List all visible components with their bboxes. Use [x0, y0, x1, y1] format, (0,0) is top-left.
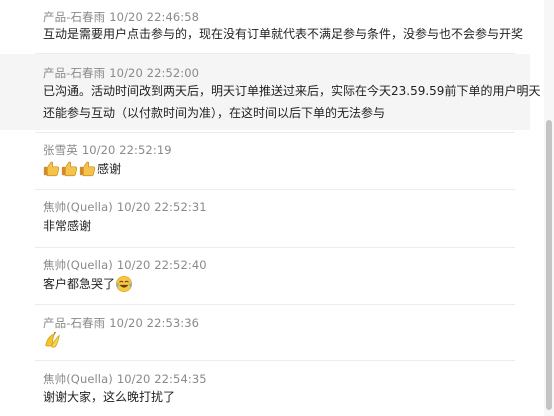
message-header: 焦帅(Quella) 10/20 22:52:40 [43, 257, 207, 273]
sender-name[interactable]: 焦帅(Quella) [43, 200, 113, 214]
chat-message: 产品-石春雨 10/20 22:53:36 [0, 305, 530, 359]
message-text: 感谢 [43, 158, 520, 180]
message-text: 已沟通。活动时间改到两天后，明天订单推送过来后，实际在今天23.59.59前下单… [43, 80, 541, 124]
chat-message: 产品-石春雨 10/20 22:46:58 互动是需要用户点击参与的，现在没有订单… [0, 0, 530, 52]
message-time: 10/20 22:53:36 [109, 316, 200, 330]
message-time: 10/20 22:52:00 [109, 66, 200, 80]
scrollbar-thumb[interactable] [546, 120, 552, 410]
banana-icon [45, 331, 60, 348]
thumbs-up-icon [43, 161, 60, 177]
thumbs-up-icon [61, 161, 78, 177]
message-line: 客户都急哭了 [43, 277, 116, 291]
sender-name[interactable]: 产品-石春雨 [43, 66, 105, 80]
message-header: 焦帅(Quella) 10/20 22:54:35 [43, 371, 207, 387]
message-line: 已沟通。活动时间改到两天后，明天订单推送过来后，实际在今天23.59.59前下单… [43, 84, 541, 98]
message-header: 产品-石春雨 10/20 22:52:00 [43, 65, 199, 81]
message-line: 感谢 [97, 162, 122, 176]
chat-message: 产品-石春雨 10/20 22:52:00 已沟通。活动时间改到两天后，明天订单推… [0, 54, 541, 130]
message-text: 非常感谢 [43, 215, 520, 237]
sender-name[interactable]: 张雪英 [43, 143, 78, 157]
sender-name[interactable]: 焦帅(Quella) [43, 258, 113, 272]
chat-message: 焦帅(Quella) 10/20 22:52:40 客户都急哭了 [0, 248, 530, 303]
message-line: 非常感谢 [43, 219, 92, 233]
message-text [43, 329, 520, 351]
message-time: 10/20 22:46:58 [109, 10, 200, 24]
message-time: 10/20 22:52:19 [81, 143, 172, 157]
message-header: 焦帅(Quella) 10/20 22:52:31 [43, 199, 207, 215]
sender-name[interactable]: 产品-石春雨 [43, 316, 105, 330]
vertical-scrollbar[interactable] [544, 0, 554, 416]
message-text: 客户都急哭了 [43, 273, 520, 295]
message-text: 互动是需要用户点击参与的，现在没有订单就代表不满足参与条件，没参与也不会参与开奖 [43, 23, 524, 45]
message-line: 还能参与互动（以付款时间为准），在这时间以后下单的无法参与 [43, 106, 386, 120]
sender-name[interactable]: 焦帅(Quella) [43, 372, 113, 386]
chat-message: 焦帅(Quella) 10/20 22:52:31 非常感谢 [0, 190, 530, 246]
message-line: 互动是需要用户点击参与的，现在没有订单就代表不满足参与条件，没参与也不会参与开奖 [43, 27, 524, 41]
message-time: 10/20 22:54:35 [116, 372, 207, 386]
chat-history-panel: 产品-石春雨 10/20 22:46:58 互动是需要用户点击参与的，现在没有订单… [0, 0, 554, 416]
message-line: 谢谢大家，这么晚打扰了 [43, 390, 176, 404]
message-time: 10/20 22:52:40 [116, 258, 207, 272]
chat-message: 张雪英 10/20 22:52:19 感谢 [0, 133, 530, 188]
thumbs-up-icon [79, 161, 96, 177]
sender-name[interactable]: 产品-石春雨 [43, 10, 105, 24]
message-time: 10/20 22:52:31 [116, 200, 207, 214]
tears-of-joy-icon [116, 275, 133, 292]
message-text: 谢谢大家，这么晚打扰了 [43, 386, 520, 408]
chat-message: 焦帅(Quella) 10/20 22:54:35 谢谢大家，这么晚打扰了 [0, 361, 530, 416]
message-header: 张雪英 10/20 22:52:19 [43, 142, 172, 158]
